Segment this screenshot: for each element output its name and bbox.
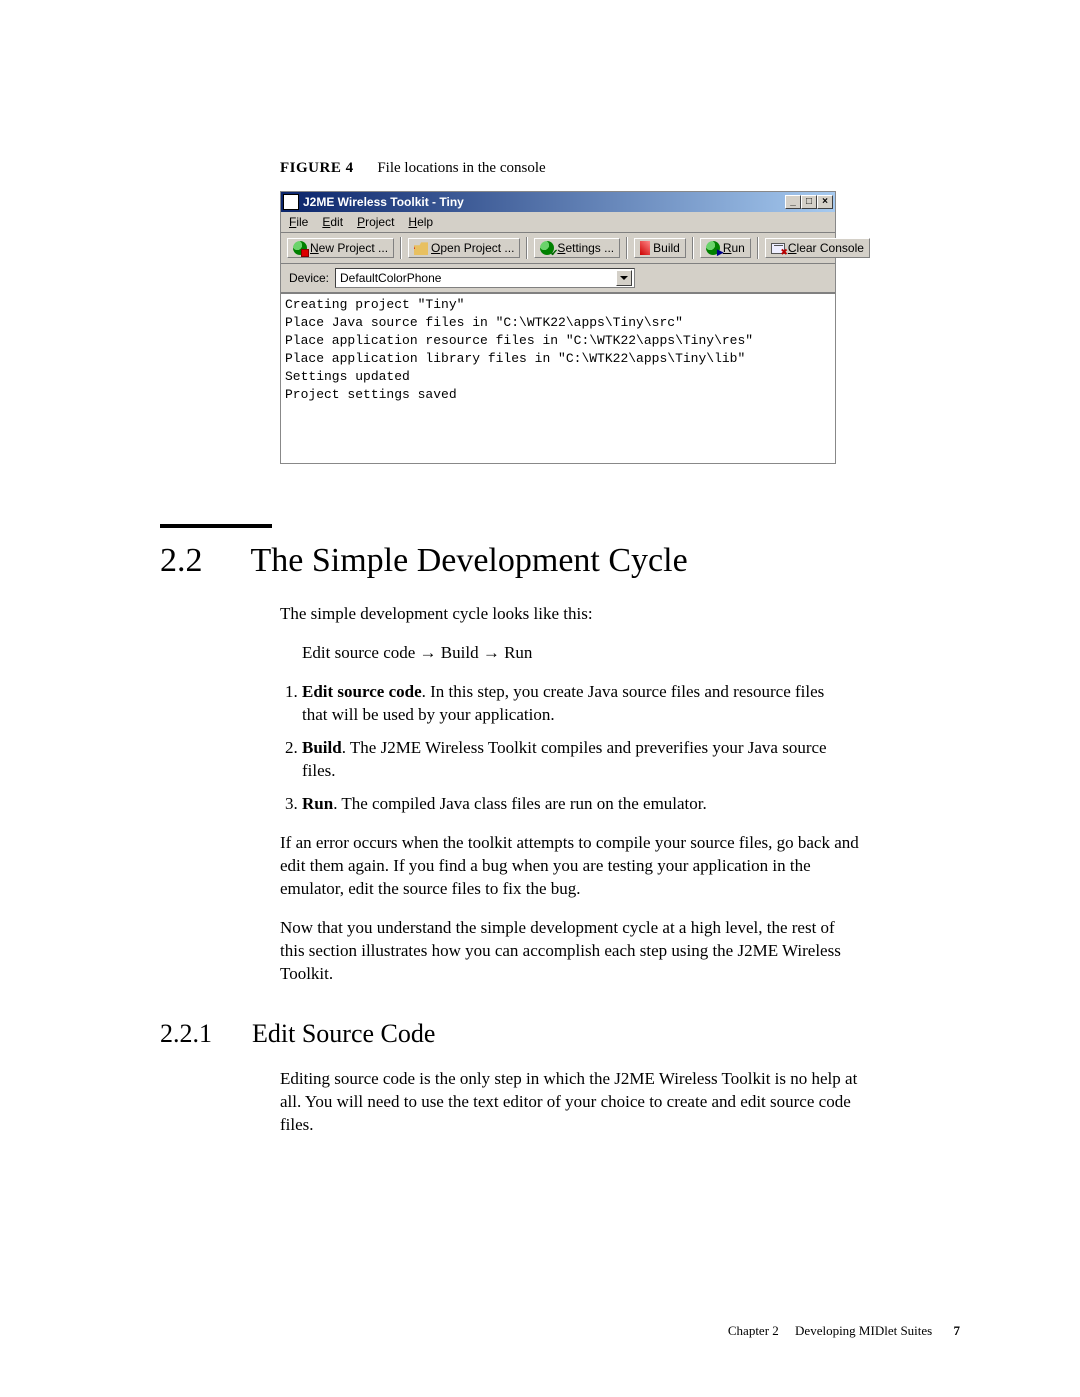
new-project-icon xyxy=(293,241,307,255)
menu-project[interactable]: Project xyxy=(357,215,394,229)
separator xyxy=(757,237,759,259)
run-button[interactable]: Run xyxy=(700,238,751,258)
footer-page: 7 xyxy=(954,1323,961,1338)
section-number: 2.2 xyxy=(160,542,203,580)
page-footer: Chapter 2 Developing MIDlet Suites 7 xyxy=(0,1323,960,1339)
step-item: Build. The J2ME Wireless Toolkit compile… xyxy=(302,736,840,782)
menu-file[interactable]: File xyxy=(289,215,308,229)
footer-title: Developing MIDlet Suites xyxy=(795,1323,932,1338)
figure-label: FIGURE 4 xyxy=(280,160,354,176)
figure-caption-text: File locations in the console xyxy=(377,160,545,176)
window-title: J2ME Wireless Toolkit - Tiny xyxy=(303,195,464,209)
titlebar: J2ME Wireless Toolkit - Tiny _ □ × xyxy=(281,192,835,212)
open-project-icon xyxy=(414,241,428,255)
separator xyxy=(626,237,628,259)
error-paragraph: If an error occurs when the toolkit atte… xyxy=(280,831,860,900)
subsection-number: 2.2.1 xyxy=(160,1019,212,1049)
separator xyxy=(526,237,528,259)
clear-console-button[interactable]: Clear Console xyxy=(765,238,870,258)
flow-paragraph: Edit source code → Build → Run xyxy=(302,641,882,664)
section-heading: 2.2 The Simple Development Cycle xyxy=(160,542,960,580)
subsection-title: Edit Source Code xyxy=(252,1019,435,1049)
step-item: Edit source code. In this step, you crea… xyxy=(302,680,840,726)
settings-button[interactable]: Settings ... xyxy=(534,238,620,258)
close-button[interactable]: × xyxy=(817,195,833,209)
separator xyxy=(692,237,694,259)
console-output: Creating project "Tiny" Place Java sourc… xyxy=(281,293,835,463)
clear-console-icon xyxy=(771,243,785,254)
build-button[interactable]: Build xyxy=(634,238,686,258)
open-project-button[interactable]: Open Project ... xyxy=(408,238,520,258)
device-combobox[interactable]: DefaultColorPhone xyxy=(335,268,635,288)
menu-help[interactable]: Help xyxy=(408,215,433,229)
subsection-heading: 2.2.1 Edit Source Code xyxy=(160,1019,960,1049)
footer-chapter: Chapter 2 xyxy=(728,1323,779,1338)
toolbar: New Project ... Open Project ... Setting… xyxy=(281,233,835,264)
screenshot-window: J2ME Wireless Toolkit - Tiny _ □ × File … xyxy=(280,191,836,464)
menubar: File Edit Project Help xyxy=(281,212,835,233)
chevron-down-icon[interactable] xyxy=(616,270,632,286)
subsection-paragraph: Editing source code is the only step in … xyxy=(280,1067,860,1136)
settings-icon xyxy=(540,241,554,255)
minimize-button[interactable]: _ xyxy=(785,195,801,209)
section-title: The Simple Development Cycle xyxy=(251,542,688,580)
step-item: Run. The compiled Java class files are r… xyxy=(302,792,840,815)
maximize-button[interactable]: □ xyxy=(801,195,817,209)
intro-paragraph: The simple development cycle looks like … xyxy=(280,602,860,625)
menu-edit[interactable]: Edit xyxy=(322,215,343,229)
build-icon xyxy=(640,241,650,255)
app-icon xyxy=(283,194,299,210)
new-project-button[interactable]: New Project ... xyxy=(287,238,394,258)
device-row: Device: DefaultColorPhone xyxy=(281,264,835,293)
separator xyxy=(400,237,402,259)
section-rule xyxy=(160,524,272,528)
run-icon xyxy=(706,241,720,255)
steps-list: Edit source code. In this step, you crea… xyxy=(280,680,840,815)
device-value: DefaultColorPhone xyxy=(340,271,441,285)
figure-caption: FIGURE 4 File locations in the console xyxy=(280,160,960,177)
transition-paragraph: Now that you understand the simple devel… xyxy=(280,916,860,985)
device-label: Device: xyxy=(289,271,329,285)
